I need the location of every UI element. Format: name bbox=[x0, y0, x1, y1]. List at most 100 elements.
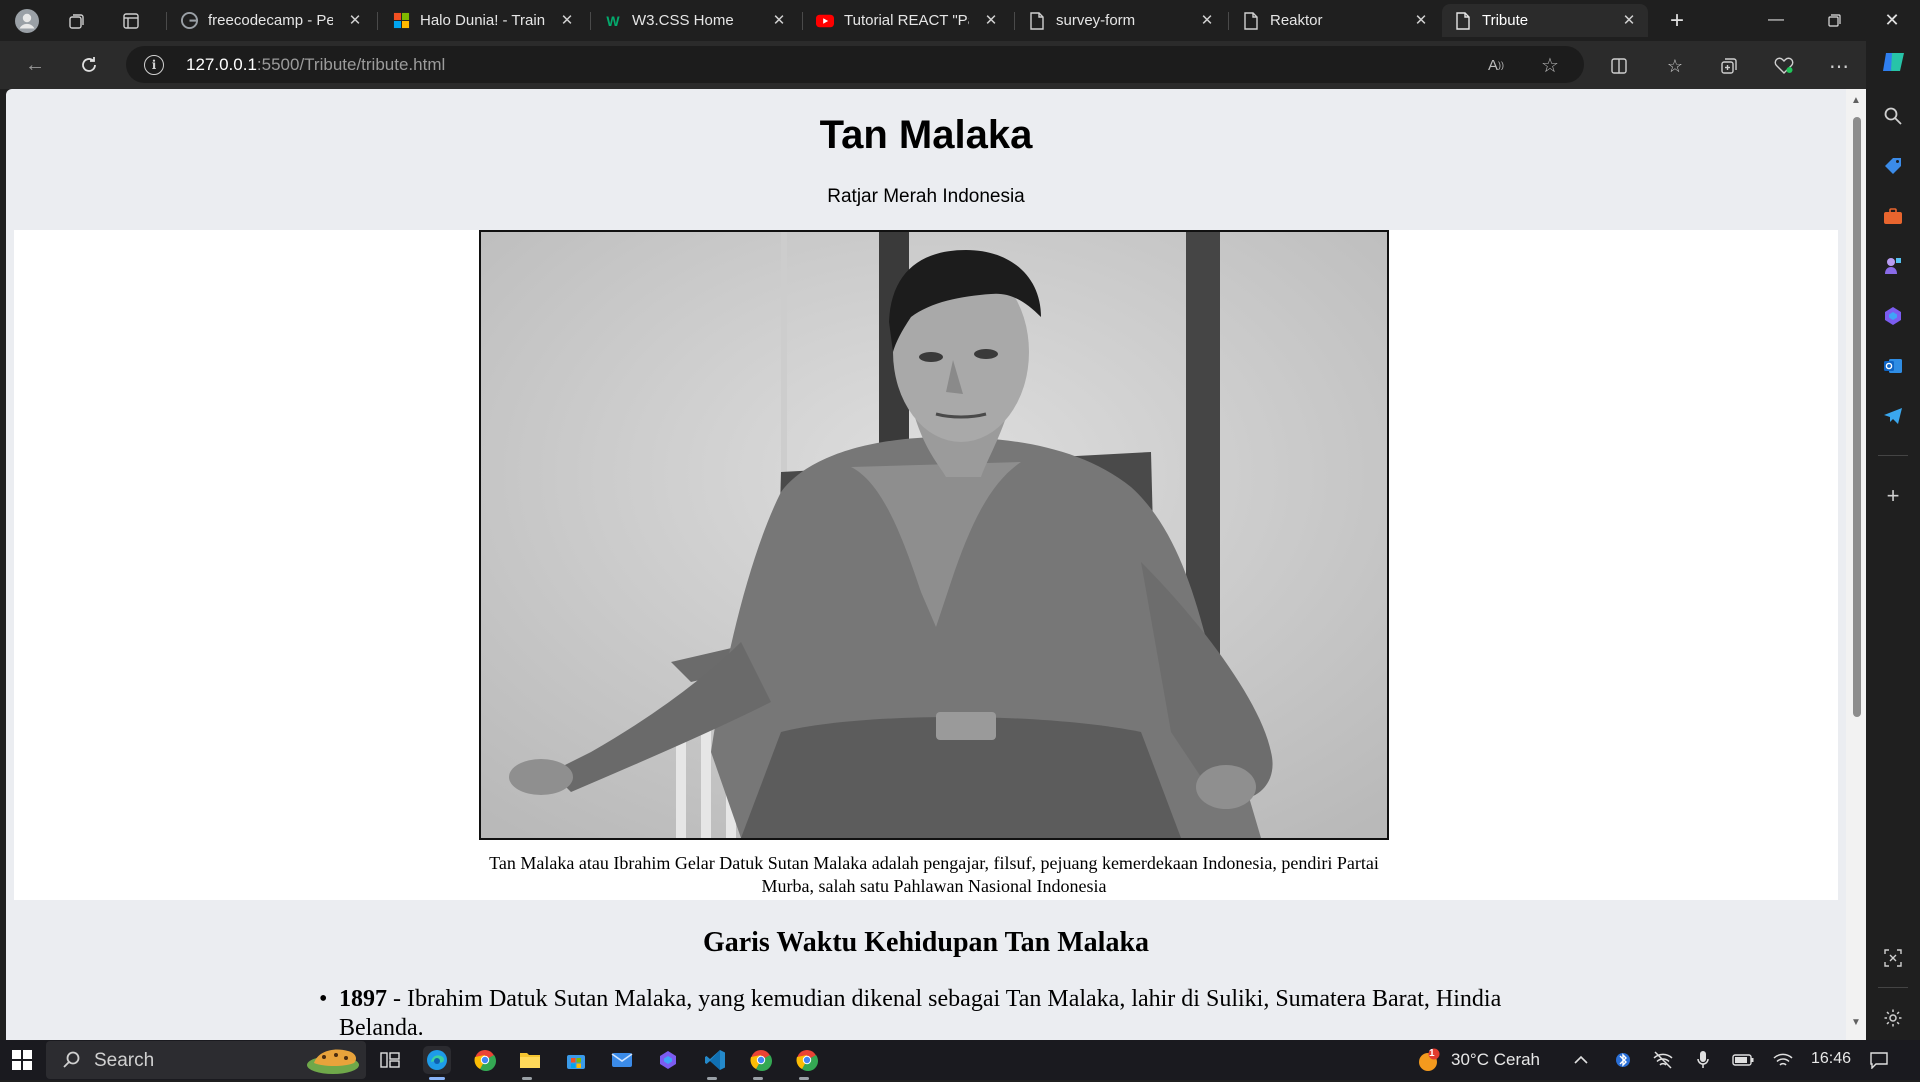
chevron-up-icon[interactable] bbox=[1570, 1050, 1592, 1070]
file-explorer-icon[interactable] bbox=[516, 1046, 544, 1074]
tools-briefcase-icon[interactable] bbox=[1880, 203, 1906, 229]
wifi-icon[interactable] bbox=[1772, 1050, 1794, 1070]
browser-toolbar: ← i 127.0.0.1:5500/Tribute/tribute.html … bbox=[0, 41, 1920, 89]
tab-survey-form[interactable]: survey-form ✕ bbox=[1016, 4, 1226, 37]
outlook-icon[interactable] bbox=[1880, 353, 1906, 379]
chrome-app-icon[interactable] bbox=[471, 1046, 499, 1074]
close-icon[interactable]: ✕ bbox=[346, 11, 364, 29]
tab-tutorial-react[interactable]: Tutorial REACT "Pal ✕ bbox=[804, 4, 1010, 37]
tab-title: W3.CSS Home bbox=[632, 12, 734, 29]
settings-gear-icon[interactable] bbox=[1880, 1005, 1906, 1031]
copilot-icon[interactable] bbox=[1880, 49, 1906, 75]
split-screen-icon[interactable] bbox=[1606, 54, 1632, 78]
network-off-icon[interactable] bbox=[1652, 1050, 1674, 1070]
tab-title: Tutorial REACT "Pal bbox=[844, 12, 969, 29]
task-view-icon[interactable] bbox=[376, 1046, 404, 1074]
timeline-list: • 1897 - Ibrahim Datuk Sutan Malaka, yan… bbox=[319, 985, 1569, 1040]
scroll-down-icon[interactable]: ▼ bbox=[1851, 1017, 1861, 1028]
site-info-icon[interactable]: i bbox=[144, 55, 164, 75]
tab-w3css[interactable]: W W3.CSS Home ✕ bbox=[592, 4, 798, 37]
weather-badge: 1 bbox=[1429, 1048, 1435, 1059]
microphone-icon[interactable] bbox=[1692, 1050, 1714, 1070]
browser-essentials-icon[interactable] bbox=[1771, 54, 1797, 78]
close-icon[interactable]: ✕ bbox=[558, 11, 576, 29]
image-caption: Tan Malaka atau Ibrahim Gelar Datuk Suta… bbox=[489, 853, 1379, 896]
chrome-profile-app-icon[interactable] bbox=[747, 1046, 775, 1074]
close-icon[interactable]: ✕ bbox=[1412, 11, 1430, 29]
scroll-up-icon[interactable]: ▲ bbox=[1851, 95, 1861, 106]
tab-title: survey-form bbox=[1056, 12, 1136, 29]
microsoft-store-icon[interactable] bbox=[562, 1046, 590, 1074]
edge-sidebar: + bbox=[1866, 41, 1920, 1040]
search-icon[interactable] bbox=[1880, 103, 1906, 129]
microsoft-365-icon[interactable] bbox=[1880, 303, 1906, 329]
clock-time[interactable]: 16:46 bbox=[1811, 1050, 1851, 1068]
back-button[interactable]: ← bbox=[18, 49, 52, 81]
games-icon[interactable] bbox=[1880, 253, 1906, 279]
shopping-tag-icon[interactable] bbox=[1880, 153, 1906, 179]
page-title: Tan Malaka bbox=[819, 113, 1033, 157]
tab-halo-dunia[interactable]: Halo Dunia! - Trainin ✕ bbox=[380, 4, 586, 37]
page-viewport: Tan Malaka Ratjar Merah Indonesia Tan Ma… bbox=[6, 89, 1866, 1040]
page-scrollbar[interactable]: ▲ ▼ bbox=[1846, 89, 1866, 1040]
favorites-icon[interactable]: ☆ bbox=[1662, 54, 1688, 78]
tab-strip: freecodecamp - Per ✕ Halo Dunia! - Train… bbox=[0, 0, 1920, 41]
scrollbar-thumb[interactable] bbox=[1853, 117, 1861, 717]
w3schools-icon: W bbox=[606, 12, 620, 29]
tab-title: freecodecamp - Per bbox=[208, 12, 333, 29]
search-label: Search bbox=[94, 1050, 155, 1071]
workspaces-icon[interactable] bbox=[64, 8, 90, 34]
tab-freecodecamp[interactable]: freecodecamp - Per ✕ bbox=[168, 4, 374, 37]
profile-avatar[interactable] bbox=[14, 8, 40, 34]
screenshot-icon[interactable] bbox=[1880, 945, 1906, 971]
telegram-send-icon[interactable] bbox=[1880, 403, 1906, 429]
close-window-button[interactable]: ✕ bbox=[1864, 0, 1920, 40]
image-container: Tan Malaka atau Ibrahim Gelar Datuk Suta… bbox=[14, 230, 1838, 900]
google-icon bbox=[180, 12, 198, 30]
read-aloud-icon[interactable]: A)) bbox=[1484, 54, 1508, 76]
page-icon bbox=[1028, 11, 1046, 30]
close-icon[interactable]: ✕ bbox=[1198, 11, 1216, 29]
address-bar[interactable]: i 127.0.0.1:5500/Tribute/tribute.html A)… bbox=[126, 46, 1584, 83]
tab-title: Reaktor bbox=[1270, 12, 1323, 29]
collections-icon[interactable] bbox=[1716, 54, 1742, 78]
weather-text[interactable]: 30°C Cerah bbox=[1451, 1050, 1540, 1070]
close-icon[interactable]: ✕ bbox=[982, 11, 1000, 29]
close-icon[interactable]: ✕ bbox=[1620, 11, 1638, 29]
refresh-button[interactable] bbox=[72, 49, 106, 81]
bluetooth-icon[interactable] bbox=[1612, 1050, 1634, 1070]
vertical-tabs-icon[interactable] bbox=[118, 8, 144, 34]
new-tab-icon[interactable]: + bbox=[1664, 7, 1690, 34]
tab-reaktor[interactable]: Reaktor ✕ bbox=[1230, 4, 1440, 37]
bullet-icon: • bbox=[319, 986, 328, 1012]
youtube-icon bbox=[816, 12, 834, 30]
tab-tribute[interactable]: Tribute ✕ bbox=[1442, 4, 1648, 37]
favorite-star-icon[interactable]: ☆ bbox=[1538, 54, 1562, 77]
copilot-app-icon[interactable] bbox=[654, 1046, 682, 1074]
restore-button[interactable] bbox=[1806, 0, 1862, 40]
taskbar-search[interactable]: Search bbox=[46, 1041, 366, 1079]
list-item: • 1897 - Ibrahim Datuk Sutan Malaka, yan… bbox=[319, 985, 1569, 1040]
url-text[interactable]: 127.0.0.1:5500/Tribute/tribute.html bbox=[186, 55, 445, 75]
vscode-app-icon[interactable] bbox=[701, 1046, 729, 1074]
mail-app-icon[interactable] bbox=[608, 1046, 636, 1074]
windows-taskbar: Search 1 30°C Cerah 16:46 bbox=[0, 1040, 1920, 1080]
timeline-year: 1897 bbox=[339, 986, 387, 1012]
battery-icon[interactable] bbox=[1732, 1050, 1754, 1070]
weather-icon[interactable]: 1 bbox=[1414, 1047, 1442, 1075]
page-icon bbox=[1242, 11, 1260, 30]
page-icon bbox=[1454, 11, 1472, 30]
chrome-secondary-app-icon[interactable] bbox=[793, 1046, 821, 1074]
tab-title: Tribute bbox=[1482, 12, 1529, 29]
more-options-icon[interactable]: ⋯ bbox=[1826, 54, 1852, 78]
minimize-button[interactable]: — bbox=[1748, 0, 1804, 40]
search-icon bbox=[62, 1050, 82, 1075]
timeline-heading: Garis Waktu Kehidupan Tan Malaka bbox=[702, 927, 1150, 958]
tab-title: Halo Dunia! - Trainin bbox=[420, 12, 545, 29]
timeline-text: - Ibrahim Datuk Sutan Malaka, yang kemud… bbox=[339, 986, 1502, 1040]
close-icon[interactable]: ✕ bbox=[770, 11, 788, 29]
add-sidebar-app-icon[interactable]: + bbox=[1880, 483, 1906, 509]
notifications-icon[interactable] bbox=[1868, 1050, 1890, 1070]
windows-start-icon[interactable] bbox=[8, 1046, 36, 1074]
edge-app-icon[interactable] bbox=[423, 1046, 451, 1074]
